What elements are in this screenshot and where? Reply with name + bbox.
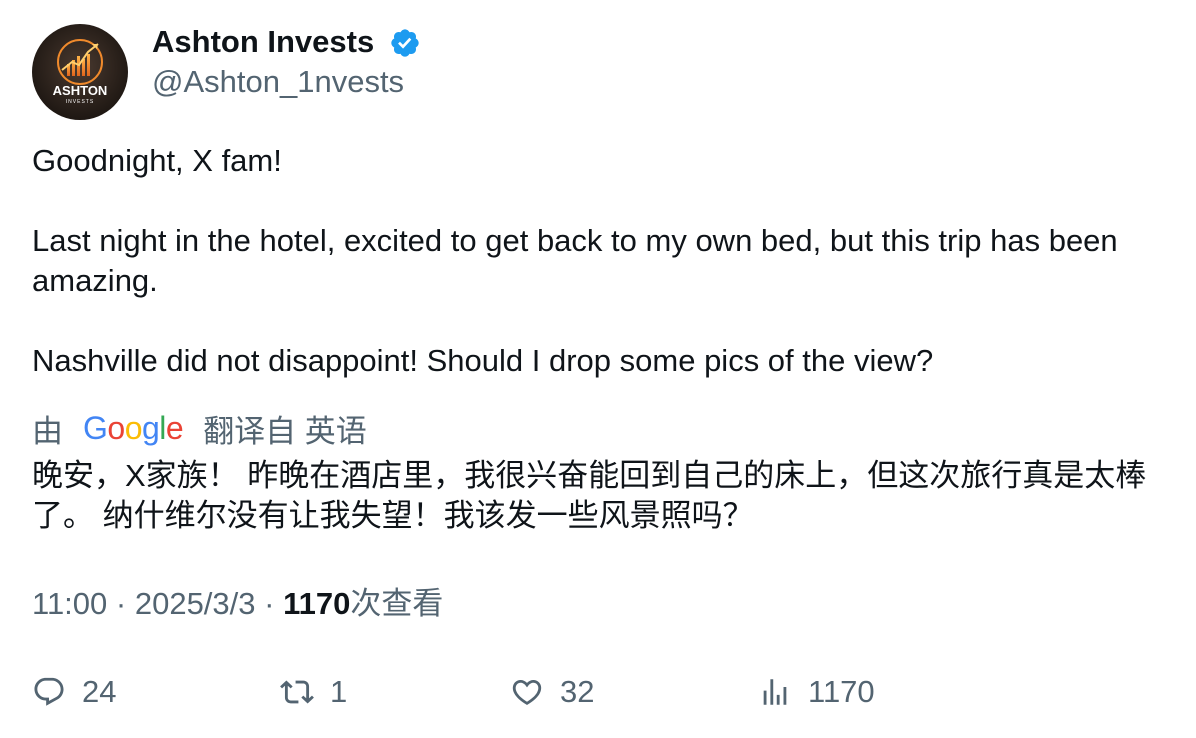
tweet-text: Goodnight, X fam! Last night in the hote… [32, 141, 1172, 381]
tweet-meta: 11:00 · 2025/3/3 · 1170次查看 [32, 584, 443, 624]
retweet-count: 1 [330, 674, 348, 709]
google-logo: Google [83, 409, 184, 446]
display-name[interactable]: Ashton Invests [152, 22, 374, 62]
translation-attribution[interactable]: 由 Google 翻译自 英语 [32, 406, 367, 450]
meta-separator: · [107, 586, 135, 621]
reply-button[interactable]: 24 [32, 672, 116, 712]
meta-separator: · [255, 586, 284, 621]
like-button[interactable]: 32 [510, 672, 594, 712]
heart-icon [512, 679, 542, 705]
tweet-paragraph: Goodnight, X fam! [32, 143, 282, 178]
like-count: 32 [560, 674, 595, 709]
translation-by-label: 由 [32, 413, 63, 449]
retweet-button[interactable]: 1 [280, 672, 347, 712]
tweet-paragraph: Last night in the hotel, excited to get … [32, 223, 1118, 298]
avatar-subtext: INVESTS [66, 99, 94, 105]
views-label: 次查看 [350, 586, 444, 621]
views-count: 1170 [283, 586, 351, 621]
translated-text: 晚安，X家族！ 昨晚在酒店里，我很兴奋能回到自己的床上，但这次旅行真是太棒了。 … [32, 458, 1147, 533]
avatar-text: ASHTON [53, 83, 108, 98]
tweet-time[interactable]: 11:00 [32, 586, 107, 621]
views-button[interactable]: 1170 [758, 672, 875, 712]
author-handle[interactable]: @Ashton_1nvests [152, 62, 404, 102]
ashton-logo-icon: ASHTON INVESTS [32, 24, 128, 120]
retweet-icon [280, 680, 314, 704]
avatar[interactable]: ASHTON INVESTS [32, 24, 128, 120]
tweet-paragraph: Nashville did not disappoint! Should I d… [32, 343, 934, 378]
verified-badge-icon[interactable] [389, 27, 421, 59]
reply-count: 24 [82, 674, 117, 709]
translation-from-label: 翻译自 英语 [203, 413, 367, 449]
reply-icon [34, 677, 64, 706]
views-action-count: 1170 [808, 674, 875, 709]
tweet-date[interactable]: 2025/3/3 [135, 586, 256, 621]
analytics-icon [763, 679, 787, 705]
